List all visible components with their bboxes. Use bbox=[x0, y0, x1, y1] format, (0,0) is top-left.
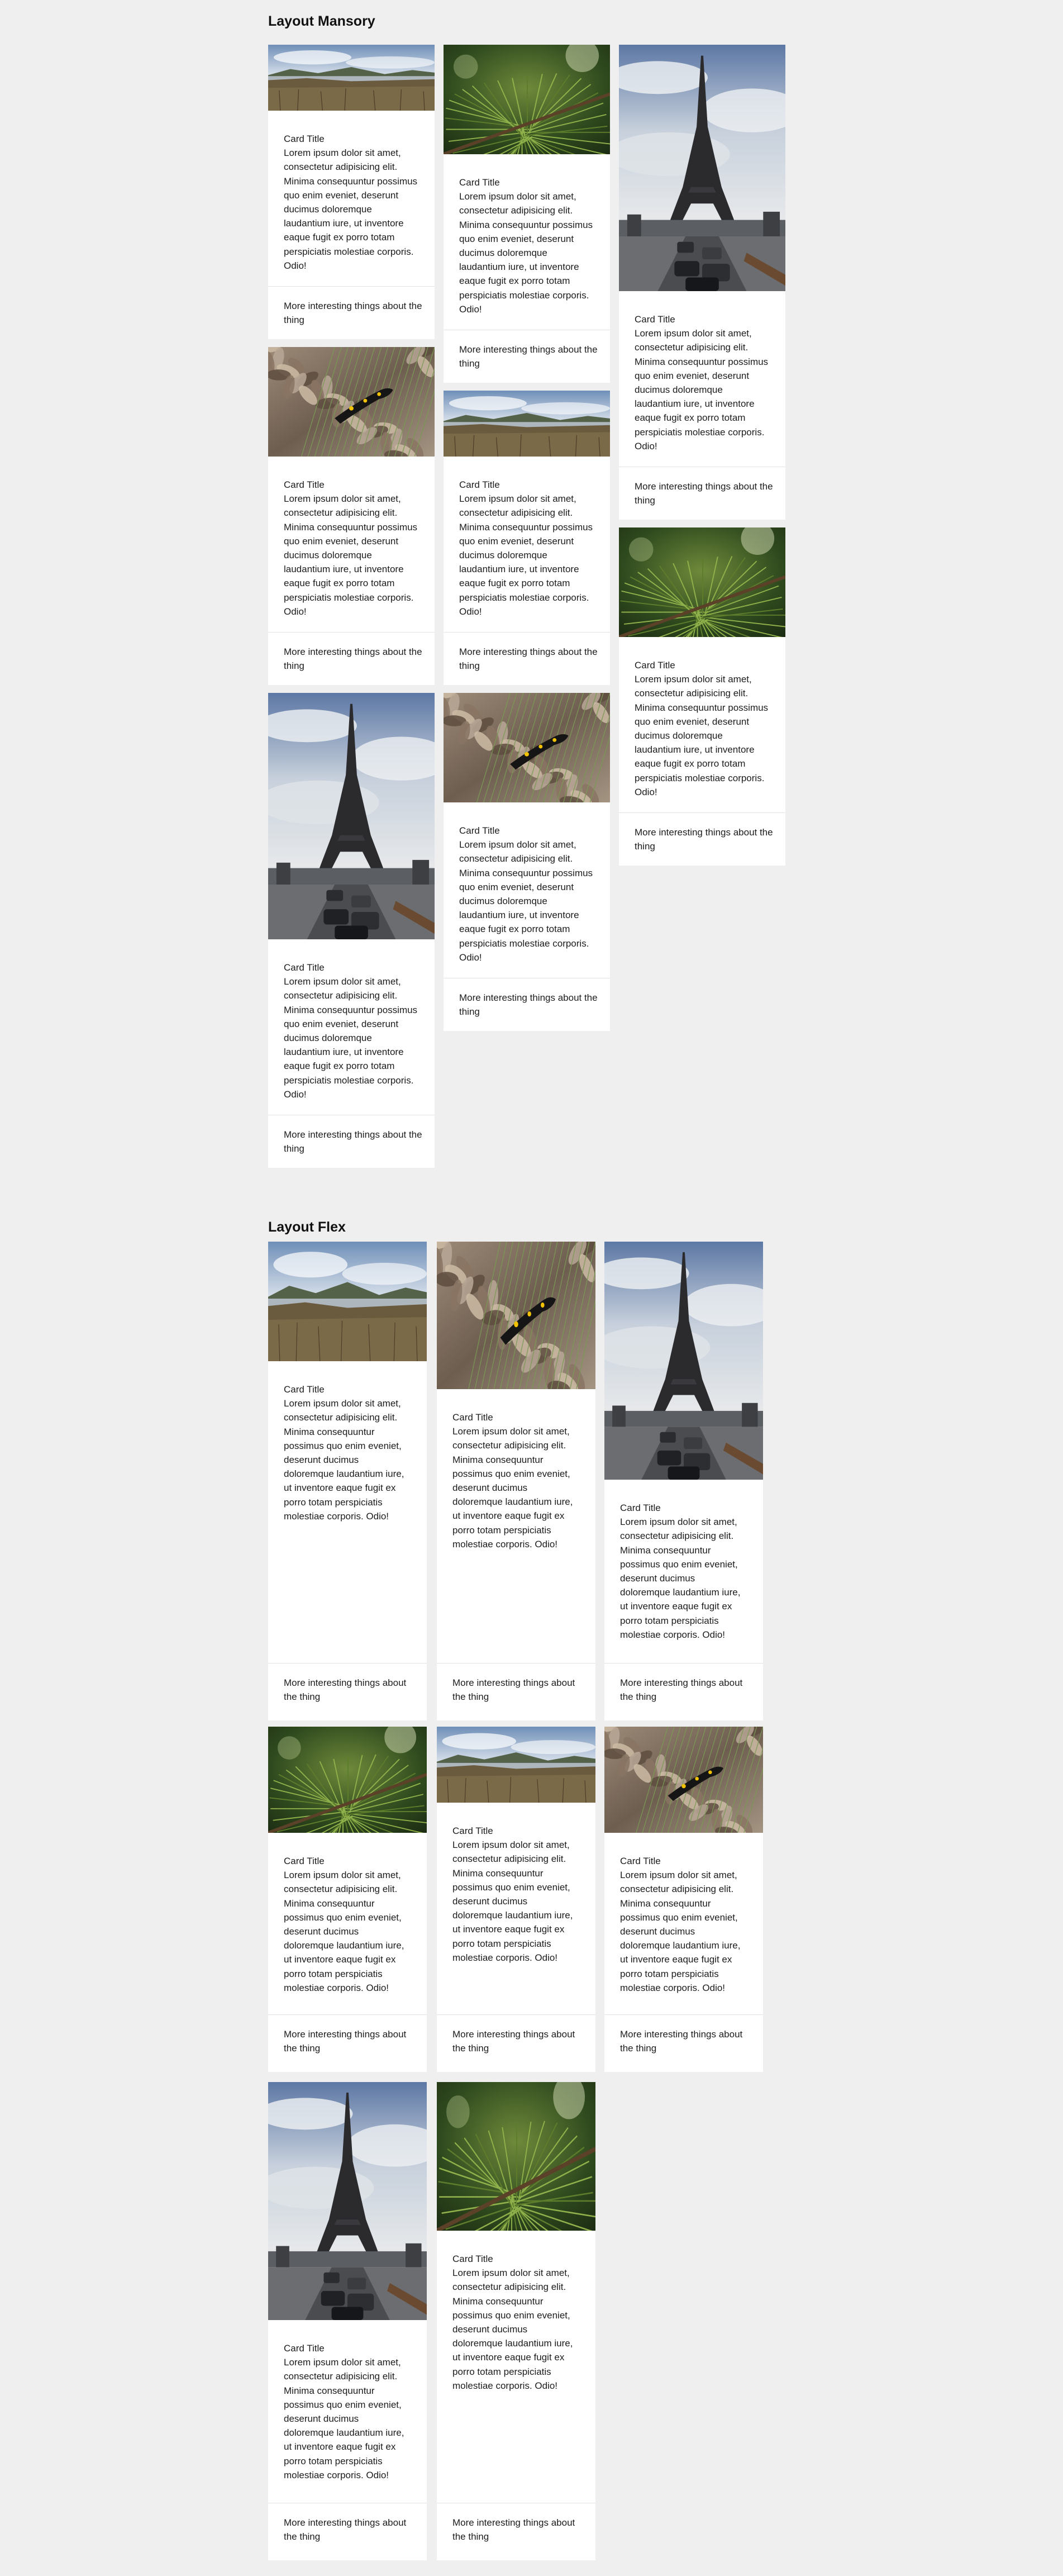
card-title: Card Title bbox=[284, 479, 325, 490]
card-text: Lorem ipsum dolor sit amet, consectetur … bbox=[459, 493, 593, 617]
eiffel-tower-image bbox=[268, 693, 435, 939]
card-title: Card Title bbox=[284, 2343, 325, 2354]
card-footer: More interesting things about the thing bbox=[444, 330, 610, 383]
card-text: Lorem ipsum dolor sit amet, consectetur … bbox=[635, 328, 769, 451]
flex-card: Card Title Lorem ipsum dolor sit amet, co… bbox=[268, 2082, 427, 2560]
flex-card: Card Title Lorem ipsum dolor sit amet, co… bbox=[437, 2082, 595, 2560]
card-footer: More interesting things about the thing bbox=[604, 1663, 763, 1720]
card-body: Card Title Lorem ipsum dolor sit amet, co… bbox=[268, 1833, 427, 2014]
salamander-leaves-image bbox=[444, 693, 610, 802]
card-text: Lorem ipsum dolor sit amet, consectetur … bbox=[459, 191, 593, 315]
card-text: Lorem ipsum dolor sit amet, consectetur … bbox=[284, 148, 418, 271]
masonry-card: Card Title Lorem ipsum dolor sit amet, co… bbox=[444, 693, 610, 1032]
card-title: Card Title bbox=[284, 962, 325, 973]
card-body: Card Title Lorem ipsum dolor sit amet, co… bbox=[444, 802, 610, 978]
card-title: Card Title bbox=[459, 825, 500, 836]
card-footer: More interesting things about the thing bbox=[268, 2014, 427, 2072]
card-body: Card Title Lorem ipsum dolor sit amet, co… bbox=[604, 1833, 763, 2014]
card-title: Card Title bbox=[284, 1384, 325, 1395]
card-body: Card Title Lorem ipsum dolor sit amet, co… bbox=[268, 939, 435, 1115]
flex-card: Card Title Lorem ipsum dolor sit amet, co… bbox=[604, 1242, 763, 1720]
lake-landscape-image bbox=[437, 1727, 595, 1803]
card-footer: More interesting things about the thing bbox=[268, 632, 435, 685]
card-text: Lorem ipsum dolor sit amet, consectetur … bbox=[452, 2268, 573, 2391]
card-text: Lorem ipsum dolor sit amet, consectetur … bbox=[284, 976, 418, 1100]
card-text: Lorem ipsum dolor sit amet, consectetur … bbox=[452, 1840, 573, 1963]
card-text: Lorem ipsum dolor sit amet, consectetur … bbox=[620, 1517, 741, 1640]
card-title: Card Title bbox=[284, 1856, 325, 1866]
card-body: Card Title Lorem ipsum dolor sit amet, co… bbox=[437, 1389, 595, 1663]
pine-branch-image bbox=[437, 2082, 595, 2231]
card-title: Card Title bbox=[452, 1826, 493, 1836]
salamander-leaves-image bbox=[437, 1242, 595, 1389]
card-body: Card Title Lorem ipsum dolor sit amet, co… bbox=[268, 111, 435, 286]
card-footer: More interesting things about the thing bbox=[437, 2014, 595, 2072]
card-body: Card Title Lorem ipsum dolor sit amet, co… bbox=[268, 457, 435, 632]
card-text: Lorem ipsum dolor sit amet, consectetur … bbox=[284, 493, 418, 617]
masonry-card: Card Title Lorem ipsum dolor sit amet, co… bbox=[268, 45, 435, 340]
card-footer: More interesting things about the thing bbox=[444, 978, 610, 1031]
card-title: Card Title bbox=[620, 1503, 661, 1513]
masonry-section-title: Layout Mansory bbox=[268, 13, 375, 29]
flex-card: Card Title Lorem ipsum dolor sit amet, co… bbox=[437, 1242, 595, 1720]
masonry-card: Card Title Lorem ipsum dolor sit amet, co… bbox=[444, 391, 610, 686]
card-text: Lorem ipsum dolor sit amet, consectetur … bbox=[284, 1870, 404, 1993]
masonry-card: Card Title Lorem ipsum dolor sit amet, co… bbox=[619, 45, 785, 520]
masonry-card: Card Title Lorem ipsum dolor sit amet, co… bbox=[268, 693, 435, 1168]
card-title: Card Title bbox=[452, 1412, 493, 1423]
card-body: Card Title Lorem ipsum dolor sit amet, co… bbox=[619, 291, 785, 467]
card-text: Lorem ipsum dolor sit amet, consectetur … bbox=[284, 2357, 404, 2480]
card-footer: More interesting things about the thing bbox=[268, 2503, 427, 2560]
card-body: Card Title Lorem ipsum dolor sit amet, co… bbox=[444, 154, 610, 330]
flex-card: Card Title Lorem ipsum dolor sit amet, co… bbox=[268, 1242, 427, 1720]
card-footer: More interesting things about the thing bbox=[268, 286, 435, 339]
card-text: Lorem ipsum dolor sit amet, consectetur … bbox=[452, 1426, 573, 1550]
card-title: Card Title bbox=[452, 2254, 493, 2264]
masonry-card: Card Title Lorem ipsum dolor sit amet, co… bbox=[268, 347, 435, 686]
card-body: Card Title Lorem ipsum dolor sit amet, co… bbox=[619, 637, 785, 812]
lake-landscape-image bbox=[444, 391, 610, 457]
card-text: Lorem ipsum dolor sit amet, consectetur … bbox=[620, 1870, 741, 1993]
card-body: Card Title Lorem ipsum dolor sit amet, co… bbox=[268, 1361, 427, 1663]
card-footer: More interesting things about the thing bbox=[619, 467, 785, 520]
eiffel-tower-image bbox=[619, 45, 785, 291]
card-title: Card Title bbox=[620, 1856, 661, 1866]
salamander-leaves-image bbox=[268, 347, 435, 457]
card-footer: More interesting things about the thing bbox=[268, 1115, 435, 1168]
card-title: Card Title bbox=[635, 660, 675, 671]
pine-branch-image bbox=[444, 45, 610, 154]
card-footer: More interesting things about the thing bbox=[437, 2503, 595, 2560]
card-title: Card Title bbox=[635, 314, 675, 325]
pine-branch-image bbox=[268, 1727, 427, 1833]
card-footer: More interesting things about the thing bbox=[619, 812, 785, 866]
card-text: Lorem ipsum dolor sit amet, consectetur … bbox=[635, 674, 769, 797]
flex-section-title: Layout Flex bbox=[268, 1219, 346, 1235]
lake-landscape-image bbox=[268, 45, 435, 111]
card-body: Card Title Lorem ipsum dolor sit amet, co… bbox=[604, 1480, 763, 1663]
flex-card: Card Title Lorem ipsum dolor sit amet, co… bbox=[437, 1727, 595, 2072]
eiffel-tower-image bbox=[604, 1242, 763, 1480]
card-footer: More interesting things about the thing bbox=[444, 632, 610, 685]
card-footer: More interesting things about the thing bbox=[268, 1663, 427, 1720]
pine-branch-image bbox=[619, 527, 785, 637]
card-body: Card Title Lorem ipsum dolor sit amet, co… bbox=[437, 1803, 595, 2014]
card-body: Card Title Lorem ipsum dolor sit amet, co… bbox=[268, 2320, 427, 2503]
card-footer: More interesting things about the thing bbox=[604, 2014, 763, 2072]
salamander-leaves-image bbox=[604, 1727, 763, 1833]
masonry-card: Card Title Lorem ipsum dolor sit amet, co… bbox=[444, 45, 610, 383]
card-body: Card Title Lorem ipsum dolor sit amet, co… bbox=[444, 457, 610, 632]
flex-card: Card Title Lorem ipsum dolor sit amet, co… bbox=[268, 1727, 427, 2072]
flex-card: Card Title Lorem ipsum dolor sit amet, co… bbox=[604, 1727, 763, 2072]
card-title: Card Title bbox=[459, 177, 500, 188]
card-text: Lorem ipsum dolor sit amet, consectetur … bbox=[459, 839, 593, 963]
masonry-card: Card Title Lorem ipsum dolor sit amet, co… bbox=[619, 527, 785, 866]
lake-landscape-image bbox=[268, 1242, 427, 1361]
eiffel-tower-image bbox=[268, 2082, 427, 2320]
card-footer: More interesting things about the thing bbox=[437, 1663, 595, 1720]
card-title: Card Title bbox=[459, 479, 500, 490]
card-title: Card Title bbox=[284, 134, 325, 144]
card-text: Lorem ipsum dolor sit amet, consectetur … bbox=[284, 1398, 404, 1522]
card-body: Card Title Lorem ipsum dolor sit amet, co… bbox=[437, 2231, 595, 2503]
